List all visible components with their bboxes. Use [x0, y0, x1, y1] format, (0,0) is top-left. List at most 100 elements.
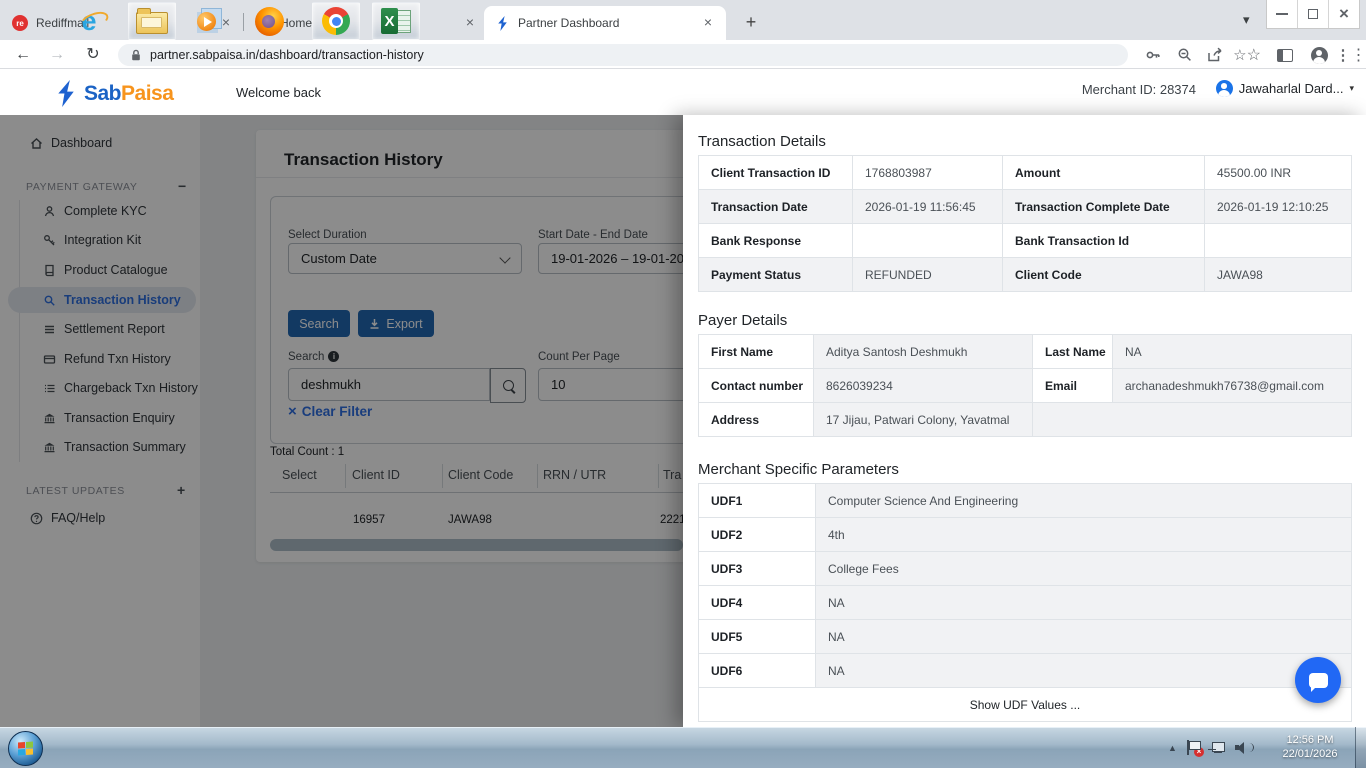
payer-details-title: Payer Details — [698, 312, 787, 329]
forward-button[interactable] — [46, 44, 68, 66]
taskbar-chrome[interactable] — [312, 2, 360, 40]
screen: re Rediffmail × ✱ Home × Partner Dashboa… — [0, 0, 1366, 768]
udf-label: UDF4 — [699, 586, 816, 620]
back-button[interactable] — [12, 44, 34, 66]
action-center-flag-icon[interactable]: × — [1187, 740, 1200, 755]
udf-label: UDF2 — [699, 518, 816, 552]
windows-flag-icon — [18, 741, 33, 755]
bookmark-star-icon[interactable]: ☆ — [1238, 46, 1256, 64]
address-bar[interactable]: partner.sabpaisa.in/dashboard/transactio… — [118, 44, 1128, 66]
taskbar-file-explorer[interactable] — [128, 2, 176, 40]
reload-button[interactable] — [82, 44, 104, 66]
tab-close-icon[interactable]: × — [462, 15, 478, 31]
taskbar-clock[interactable]: 12:56 PM 22/01/2026 — [1272, 733, 1348, 761]
clock-date: 22/01/2026 — [1272, 747, 1348, 761]
system-tray: ▲ × — [1168, 727, 1259, 768]
tab-close-icon[interactable]: × — [700, 15, 716, 31]
user-caret-icon: ▾ — [1349, 83, 1354, 94]
payer-details-table: First Name Aditya Santosh Deshmukh Last … — [698, 334, 1352, 437]
table-row: Address 17 Jijau, Patwari Colony, Yavatm… — [699, 403, 1352, 437]
udf-value: Computer Science And Engineering — [816, 484, 1352, 518]
detail-value — [853, 224, 1003, 258]
table-row: Contact number 8626039234 Email archanad… — [699, 369, 1352, 403]
detail-label: Bank Transaction Id — [1003, 224, 1205, 258]
browser-menu-icon[interactable]: ⋮ — [1342, 46, 1360, 64]
show-desktop-button[interactable] — [1355, 727, 1366, 768]
detail-value: 45500.00 INR — [1205, 156, 1352, 190]
minimize-button[interactable] — [1267, 0, 1297, 28]
internet-explorer-icon: e — [81, 8, 96, 34]
detail-label: Email — [1033, 369, 1113, 403]
detail-value: 2026-01-19 11:56:45 — [853, 190, 1003, 224]
chat-fab-button[interactable] — [1295, 657, 1341, 703]
detail-label: Last Name — [1033, 335, 1113, 369]
table-row: Transaction Date 2026-01-19 11:56:45 Tra… — [699, 190, 1352, 224]
detail-label: First Name — [699, 335, 814, 369]
detail-label: Address — [699, 403, 814, 437]
table-row: Payment Status REFUNDED Client Code JAWA… — [699, 258, 1352, 292]
close-button[interactable] — [1328, 0, 1359, 28]
lock-icon — [130, 49, 142, 62]
side-panel-icon[interactable] — [1276, 46, 1294, 64]
excel-icon: X — [381, 8, 411, 34]
table-row: UDF4 NA — [699, 586, 1352, 620]
detail-label: Bank Response — [699, 224, 853, 258]
user-menu[interactable]: Jawaharlal Dard... ▾ — [1216, 80, 1354, 97]
tab-search-chevron-icon[interactable]: ▾ — [1243, 12, 1250, 28]
profile-avatar[interactable] — [1310, 46, 1328, 64]
udf-label: UDF1 — [699, 484, 816, 518]
detail-value: REFUNDED — [853, 258, 1003, 292]
network-icon[interactable] — [1210, 741, 1225, 755]
taskbar-media-player[interactable] — [192, 6, 226, 36]
detail-value: 17 Jijau, Patwari Colony, Yavatmal — [814, 403, 1033, 437]
clock-time: 12:56 PM — [1272, 733, 1348, 747]
welcome-text: Welcome back — [236, 85, 321, 100]
volume-icon[interactable] — [1235, 741, 1249, 754]
share-icon[interactable] — [1206, 46, 1224, 64]
side-panel-glyph — [1277, 49, 1293, 62]
tab-title: Home — [280, 16, 454, 30]
udf-value: College Fees — [816, 552, 1352, 586]
window-controls — [1266, 0, 1360, 29]
udf-value: NA — [816, 620, 1352, 654]
detail-label: Payment Status — [699, 258, 853, 292]
detail-value: JAWA98 — [1205, 258, 1352, 292]
taskbar-firefox[interactable] — [252, 6, 286, 36]
detail-value: 1768803987 — [853, 156, 1003, 190]
table-row: UDF2 4th — [699, 518, 1352, 552]
detail-value: archanadeshmukh76738@gmail.com — [1113, 369, 1352, 403]
show-udf-values-link[interactable]: Show UDF Values ... — [699, 688, 1352, 722]
modal-backdrop — [0, 115, 683, 727]
table-row: First Name Aditya Santosh Deshmukh Last … — [699, 335, 1352, 369]
udf-label: UDF6 — [699, 654, 816, 688]
taskbar-excel[interactable]: X — [372, 2, 420, 40]
folder-icon — [136, 12, 168, 34]
logo-text-sab: Sab — [84, 82, 121, 105]
table-row: Bank Response Bank Transaction Id — [699, 224, 1352, 258]
user-name: Jawaharlal Dard... — [1239, 81, 1344, 96]
table-row: UDF1 Computer Science And Engineering — [699, 484, 1352, 518]
zoom-out-icon[interactable] — [1176, 46, 1194, 64]
detail-label: Transaction Complete Date — [1003, 190, 1205, 224]
transaction-details-title: Transaction Details — [698, 133, 826, 150]
udf-label: UDF3 — [699, 552, 816, 586]
new-tab-button[interactable]: + — [738, 10, 764, 36]
table-row: UDF3 College Fees — [699, 552, 1352, 586]
rediffmail-favicon: re — [12, 15, 28, 31]
udf-value: NA — [816, 654, 1352, 688]
sabpaisa-logo-icon — [54, 80, 78, 107]
detail-value: NA — [1113, 335, 1352, 369]
restore-button[interactable] — [1297, 0, 1328, 28]
udf-label: UDF5 — [699, 620, 816, 654]
detail-label: Contact number — [699, 369, 814, 403]
url-text[interactable]: partner.sabpaisa.in/dashboard/transactio… — [150, 48, 424, 62]
detail-label: Client Code — [1003, 258, 1205, 292]
start-button[interactable] — [8, 731, 43, 766]
tab-partner-dashboard[interactable]: Partner Dashboard × — [484, 6, 726, 40]
taskbar-internet-explorer[interactable]: e — [72, 6, 106, 36]
password-key-icon[interactable] — [1144, 46, 1162, 64]
merchant-parameters-title: Merchant Specific Parameters — [698, 461, 899, 478]
tray-expand-icon[interactable]: ▲ — [1168, 743, 1177, 753]
sabpaisa-logo[interactable]: SabPaisa — [54, 80, 173, 107]
detail-value — [1205, 224, 1352, 258]
